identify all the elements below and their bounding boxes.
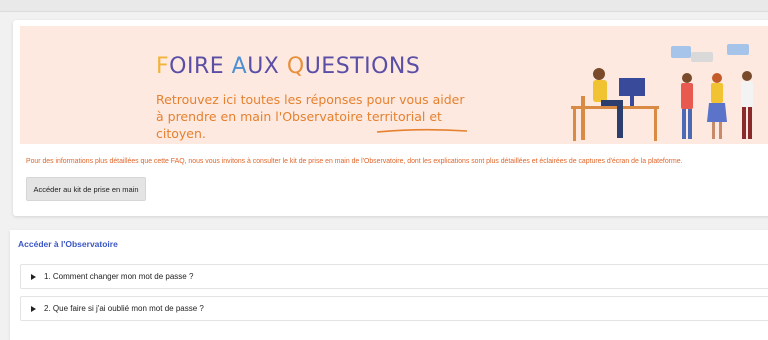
- title-part: OIRE: [169, 54, 232, 79]
- faq-banner: FOIRE AUX QUESTIONS Retrouvez ici toutes…: [20, 26, 768, 144]
- faq-section: Accéder à l'Observatoire 1. Comment chan…: [10, 230, 768, 340]
- info-text: Pour des informations plus détaillées qu…: [26, 158, 683, 165]
- page-title: FOIRE AUX QUESTIONS: [156, 54, 420, 79]
- subtitle-line-1: Retrouvez ici toutes les réponses pour v…: [156, 92, 465, 107]
- title-letter-q: Q: [286, 54, 305, 79]
- title-letter-f: F: [156, 54, 170, 79]
- faq-header-card: FOIRE AUX QUESTIONS Retrouvez ici toutes…: [13, 20, 768, 216]
- access-kit-button[interactable]: Accéder au kit de prise en main: [26, 177, 146, 201]
- title-letter-a: A: [231, 54, 248, 79]
- faq-question-label: 2. Que faire si j'ai oublié mon mot de p…: [44, 304, 204, 313]
- title-part: UESTIONS: [304, 54, 421, 79]
- section-title: Accéder à l'Observatoire: [18, 239, 118, 249]
- underline-swash-icon: [376, 128, 468, 133]
- title-part: UX: [247, 54, 287, 79]
- faq-question-2[interactable]: 2. Que faire si j'ai oublié mon mot de p…: [20, 296, 768, 321]
- team-illustration-icon: [571, 44, 753, 141]
- expand-triangle-icon: [31, 305, 36, 312]
- top-bar: [0, 0, 768, 12]
- subtitle-line-2: à prendre en main l'Observatoire territo…: [156, 109, 442, 141]
- faq-question-label: 1. Comment changer mon mot de passe ?: [44, 272, 194, 281]
- faq-question-1[interactable]: 1. Comment changer mon mot de passe ?: [20, 264, 768, 289]
- expand-triangle-icon: [31, 273, 36, 280]
